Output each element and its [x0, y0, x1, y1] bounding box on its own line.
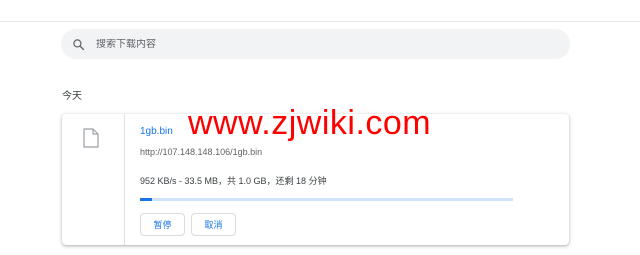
top-divider [0, 21, 640, 22]
download-progress-bar [140, 198, 513, 201]
file-name-link[interactable]: 1gb.bin [140, 126, 173, 137]
search-bar[interactable] [61, 29, 570, 59]
file-icon [83, 128, 99, 153]
cancel-button[interactable]: 取消 [191, 213, 236, 236]
date-section-label: 今天 [62, 91, 82, 102]
download-item-card: 1gb.bin http://107.148.148.106/1gb.bin 9… [62, 114, 569, 245]
file-url: http://107.148.148.106/1gb.bin [140, 147, 263, 157]
search-input[interactable] [96, 38, 536, 50]
download-status-text: 952 KB/s - 33.5 MB，共 1.0 GB，还剩 18 分钟 [140, 176, 327, 186]
download-progress-fill [140, 198, 153, 201]
pause-button[interactable]: 暂停 [140, 213, 185, 236]
file-icon-column [62, 114, 125, 245]
search-icon [71, 37, 85, 51]
downloads-page: 今天 1gb.bin http://107.148.148.106/1gb.bi… [0, 0, 640, 255]
